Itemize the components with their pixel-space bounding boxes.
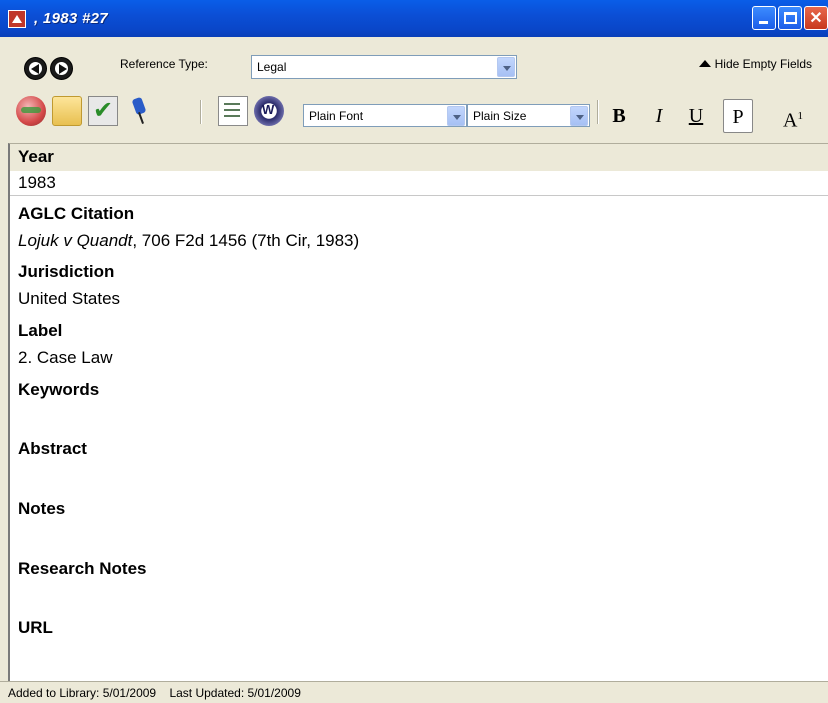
close-icon: ✕ bbox=[809, 10, 823, 27]
abstract-label: Abstract bbox=[18, 439, 87, 458]
back-button[interactable] bbox=[24, 57, 47, 80]
underline-button[interactable]: U bbox=[684, 102, 708, 130]
jurisdiction-label: Jurisdiction bbox=[18, 262, 115, 281]
format-toolbar: Plain Font Plain Size B I U P A1 bbox=[0, 96, 828, 140]
year-field[interactable] bbox=[10, 171, 828, 196]
reference-toolbar: Reference Type: Legal Hide Empty Fields bbox=[0, 44, 828, 84]
window-controls: ✕ bbox=[752, 6, 828, 30]
close-button[interactable]: ✕ bbox=[804, 6, 828, 30]
window-title: , 1983 #27 bbox=[34, 10, 108, 27]
chevron-down-icon[interactable] bbox=[447, 106, 465, 126]
minimize-button[interactable] bbox=[752, 6, 776, 30]
hide-empty-fields-button[interactable]: Hide Empty Fields bbox=[698, 57, 812, 71]
citation-case-name: Lojuk v Quandt bbox=[18, 231, 133, 250]
hide-empty-fields-label: Hide Empty Fields bbox=[714, 57, 812, 71]
size-select[interactable]: Plain Size bbox=[467, 104, 590, 127]
jurisdiction-field[interactable]: United States bbox=[18, 289, 120, 309]
research-notes-field[interactable] bbox=[18, 585, 818, 609]
list-icon[interactable] bbox=[218, 96, 248, 126]
maximize-icon bbox=[784, 12, 797, 24]
citation-label: AGLC Citation bbox=[18, 204, 135, 223]
bold-button[interactable]: B bbox=[608, 102, 630, 130]
chevron-down-icon[interactable] bbox=[570, 106, 588, 126]
url-field[interactable] bbox=[18, 644, 818, 668]
year-value: 1983 bbox=[18, 173, 56, 192]
year-label: Year bbox=[18, 147, 54, 166]
font-value: Plain Font bbox=[309, 109, 364, 123]
year-header bbox=[10, 144, 828, 171]
checkmark-icon[interactable] bbox=[88, 96, 118, 126]
superscript-mark: 1 bbox=[797, 110, 803, 122]
size-value: Plain Size bbox=[473, 109, 527, 123]
title-bar[interactable]: , 1983 #27 ✕ bbox=[0, 0, 828, 37]
pushpin-icon[interactable] bbox=[124, 96, 154, 126]
toolbar-separator bbox=[597, 100, 599, 124]
chevron-down-icon[interactable] bbox=[497, 57, 515, 77]
label-field[interactable]: 2. Case Law bbox=[18, 348, 113, 368]
forward-arrow-icon bbox=[59, 64, 67, 74]
font-select[interactable]: Plain Font bbox=[303, 104, 467, 127]
superscript-base: A bbox=[783, 109, 798, 132]
globe-icon[interactable] bbox=[16, 96, 46, 126]
label-label: Label bbox=[18, 321, 63, 340]
plain-button[interactable]: P bbox=[723, 99, 753, 133]
up-arrow-icon bbox=[698, 59, 711, 67]
citation-field[interactable]: Lojuk v Quandt, 706 F2d 1456 (7th Cir, 1… bbox=[18, 231, 359, 251]
back-arrow-icon bbox=[31, 64, 39, 74]
status-bar: Added to Library: 5/01/2009 Last Updated… bbox=[0, 681, 828, 703]
minimize-icon bbox=[759, 21, 768, 24]
notes-field[interactable] bbox=[18, 525, 818, 549]
app-icon[interactable] bbox=[8, 9, 26, 28]
reference-type-value: Legal bbox=[257, 60, 287, 74]
keywords-field[interactable] bbox=[18, 406, 818, 430]
italic-button[interactable]: I bbox=[648, 102, 670, 130]
research-notes-label: Research Notes bbox=[18, 559, 147, 578]
maximize-button[interactable] bbox=[778, 6, 802, 30]
superscript-button[interactable]: A1 bbox=[778, 102, 808, 132]
notes-label: Notes bbox=[18, 499, 66, 518]
folder-icon[interactable] bbox=[52, 96, 82, 126]
toolbar-separator bbox=[200, 100, 202, 124]
abstract-field[interactable] bbox=[18, 466, 818, 490]
reference-type-select[interactable]: Legal bbox=[251, 55, 517, 79]
citation-details: , 706 F2d 1456 (7th Cir, 1983) bbox=[132, 231, 360, 250]
reference-type-label: Reference Type: bbox=[120, 57, 208, 71]
url-label: URL bbox=[18, 618, 53, 637]
keywords-label: Keywords bbox=[18, 380, 100, 399]
word-icon[interactable] bbox=[254, 96, 284, 126]
reference-panel: Year 1983 AGLC Citation Lojuk v Quandt, … bbox=[8, 143, 828, 681]
forward-button[interactable] bbox=[50, 57, 73, 80]
